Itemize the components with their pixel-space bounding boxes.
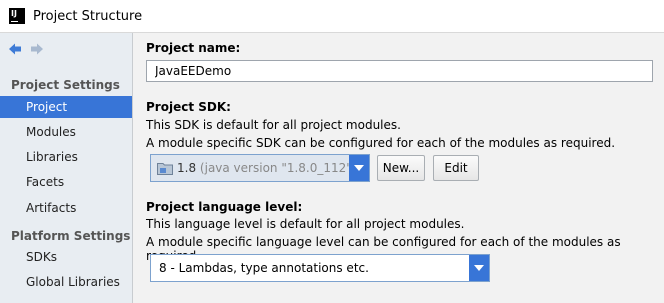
window-title: Project Structure: [33, 9, 143, 24]
language-level-dropdown-button[interactable]: [469, 255, 489, 281]
new-sdk-button[interactable]: New...: [377, 155, 425, 181]
sidebar: Project Settings Project Modules Librari…: [0, 33, 133, 303]
sidebar-item-modules[interactable]: Modules: [0, 121, 132, 143]
language-level-selected-value: 8 - Lambdas, type annotations etc.: [159, 261, 369, 275]
chevron-down-icon: [354, 165, 364, 171]
intellij-app-icon: IJ: [9, 8, 25, 24]
sidebar-item-libraries[interactable]: Libraries: [0, 146, 132, 168]
sdk-folder-icon: [157, 163, 173, 175]
project-settings-panel: Project name: Project SDK: This SDK is d…: [133, 33, 664, 303]
section-header-platform-settings: Platform Settings: [11, 229, 131, 243]
chevron-down-icon: [474, 265, 484, 271]
forward-arrow-icon[interactable]: [30, 42, 44, 56]
sdk-description-line1: This SDK is default for all project modu…: [146, 118, 401, 132]
edit-sdk-button[interactable]: Edit: [433, 155, 479, 181]
sdk-version: 1.8: [177, 161, 197, 175]
language-level-dropdown[interactable]: 8 - Lambdas, type annotations etc.: [150, 254, 490, 282]
back-arrow-icon[interactable]: [8, 42, 22, 56]
sdk-dropdown-button[interactable]: [349, 155, 369, 181]
sdk-selected-value: 1.8 (java version "1.8.0_112"): [177, 155, 356, 181]
sidebar-item-artifacts[interactable]: Artifacts: [0, 197, 132, 219]
project-name-label: Project name:: [146, 41, 241, 55]
project-sdk-label: Project SDK:: [146, 100, 231, 114]
sidebar-item-sdks[interactable]: SDKs: [0, 246, 132, 268]
project-name-input[interactable]: [146, 60, 653, 82]
section-header-project-settings: Project Settings: [11, 78, 120, 92]
sidebar-item-facets[interactable]: Facets: [0, 171, 132, 193]
app-icon-text: IJ: [11, 9, 17, 18]
sdk-version-detail: (java version "1.8.0_112"): [199, 161, 357, 175]
history-nav: [8, 42, 52, 56]
project-sdk-dropdown[interactable]: 1.8 (java version "1.8.0_112"): [150, 154, 370, 182]
language-level-description-line1: This language level is default for all p…: [146, 217, 465, 231]
sdk-description-line2: A module specific SDK can be configured …: [146, 136, 616, 150]
sidebar-item-project[interactable]: Project: [0, 96, 132, 118]
window-titlebar: IJ Project Structure: [0, 0, 664, 33]
language-level-label: Project language level:: [146, 200, 303, 214]
sidebar-item-global-libraries[interactable]: Global Libraries: [0, 271, 132, 293]
